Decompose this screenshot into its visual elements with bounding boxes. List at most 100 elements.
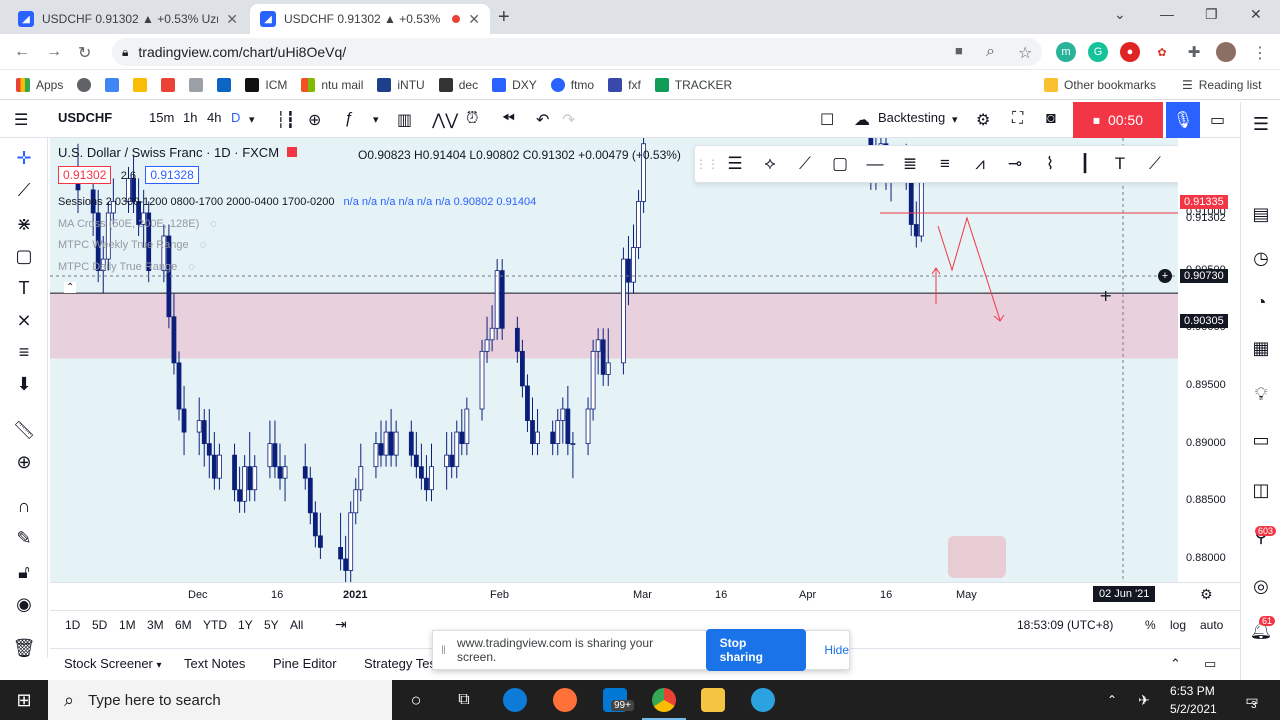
taskbar-search[interactable]: ⌕ Type here to search	[48, 680, 392, 720]
redo-icon[interactable]: ↷	[562, 110, 575, 130]
chart-pane[interactable]: + U.S. Dollar / Swiss Franc · 1D · FXCM …	[50, 138, 1178, 582]
data-window-icon[interactable]: ▤	[1249, 204, 1273, 225]
hide-drawings-icon[interactable]: ◉	[12, 594, 36, 615]
candle-type-icon[interactable]: ┆┇	[276, 110, 295, 130]
range-1m[interactable]: 1M	[119, 618, 136, 632]
bookmark-apps[interactable]: Apps	[16, 77, 63, 92]
compare-icon[interactable]: ⊕	[308, 110, 321, 130]
candle[interactable]	[413, 432, 419, 479]
close-tab-icon[interactable]: ✕	[226, 11, 238, 28]
watchlist-icon[interactable]: ☰	[1249, 114, 1273, 135]
tab-stock-screener[interactable]: Stock Screener ▾	[64, 656, 162, 671]
percent-scale-toggle[interactable]: %	[1145, 618, 1156, 632]
range-5d[interactable]: 5D	[92, 618, 107, 632]
candle[interactable]	[590, 339, 596, 421]
path-icon[interactable]: ⌇	[1038, 154, 1062, 174]
fib-retracement-icon[interactable]: ≡	[933, 154, 957, 174]
file-explorer-icon[interactable]	[701, 688, 725, 712]
line-tool-icon[interactable]: ⟋	[793, 154, 817, 174]
browser-tab-1[interactable]: ◢ USDCHF 0.91302 ▲ +0.53% Uzm ✕	[8, 4, 248, 34]
candle[interactable]	[358, 443, 364, 502]
telegram-icon[interactable]	[751, 688, 775, 712]
goto-date-icon[interactable]: ⇥	[335, 616, 347, 633]
extensions-puzzle-icon[interactable]: ✚	[1184, 42, 1204, 62]
close-tab-icon[interactable]: ✕	[468, 11, 480, 28]
tab-pine-editor[interactable]: Pine Editor	[273, 656, 337, 671]
indicators-icon[interactable]: ƒ	[344, 110, 353, 128]
extension-m-icon[interactable]: m	[1056, 42, 1076, 62]
stay-drawing-icon[interactable]: ✎	[12, 528, 36, 549]
ray-icon[interactable]: ⟋	[1143, 154, 1167, 174]
candle[interactable]	[550, 420, 556, 456]
drag-handle-icon[interactable]: ‖	[441, 643, 446, 657]
hidden-eye-icon[interactable]: ◌	[200, 239, 207, 251]
calendar-icon[interactable]	[105, 77, 120, 92]
candle[interactable]	[196, 397, 202, 456]
clock-timezone[interactable]: 18:53:09 (UTC+8)	[1017, 618, 1113, 632]
price-axis[interactable]: 0.910000.905000.900000.895000.890000.885…	[1158, 138, 1240, 582]
range-all[interactable]: All	[290, 618, 303, 632]
candle[interactable]	[459, 409, 465, 456]
pattern-tool-icon[interactable]: ⨯	[12, 310, 36, 331]
range-1y[interactable]: 1Y	[238, 618, 253, 632]
close-window-button[interactable]: ✕	[1250, 6, 1262, 23]
candle[interactable]	[565, 385, 571, 456]
candle[interactable]	[388, 409, 394, 467]
broadcast-icon[interactable]: ◎	[1249, 576, 1273, 597]
candle[interactable]	[307, 466, 313, 525]
templates-icon[interactable]: ⋀⋁	[432, 110, 458, 130]
interval-dropdown-icon[interactable]: ▾	[249, 113, 255, 126]
hamburger-menu-icon[interactable]: ☰	[14, 110, 28, 130]
undo-icon[interactable]: ↶	[536, 110, 549, 130]
horizontal-lines-icon[interactable]: ☰	[723, 154, 747, 174]
candle[interactable]	[338, 512, 344, 571]
axis-settings-gear-icon[interactable]: ⚙︎	[1200, 586, 1213, 603]
candle[interactable]	[267, 420, 273, 479]
cortana-icon[interactable]: ○	[404, 688, 428, 712]
candle[interactable]	[464, 397, 470, 456]
candle[interactable]	[636, 189, 641, 260]
candle[interactable]	[499, 259, 505, 340]
hidden-eye-icon[interactable]: ◌	[210, 218, 217, 230]
magnet-icon[interactable]: ∩	[12, 496, 36, 517]
candle[interactable]	[621, 247, 626, 375]
trash-icon[interactable]: 🗑︎	[12, 638, 36, 659]
browser-menu-icon[interactable]: ⋮	[1252, 43, 1268, 63]
bookmark-intu[interactable]: iNTU	[377, 77, 425, 92]
screen-share-icon[interactable]: ▭	[1210, 110, 1225, 130]
ma-cross-indicator-legend[interactable]: MA Cross (50E, 200E, 128E) ◌	[58, 218, 217, 230]
calendar-icon[interactable]: ▦	[1249, 338, 1273, 359]
camera-in-use-icon[interactable]: ■	[955, 43, 963, 58]
candle[interactable]	[530, 397, 535, 456]
maximize-button[interactable]: ❐	[1205, 6, 1218, 23]
backtesting-dropdown-icon[interactable]: ▾	[952, 113, 958, 126]
candle[interactable]	[242, 455, 248, 513]
text-icon[interactable]: T	[1108, 154, 1132, 174]
bookmark-star-icon[interactable]: ☆	[1018, 43, 1032, 63]
hotlists-icon[interactable]: ◔	[1249, 292, 1273, 313]
bookmark-dxy[interactable]: DXY	[492, 77, 537, 92]
extension-red-icon[interactable]: ●	[1120, 42, 1140, 62]
drive-icon[interactable]	[133, 77, 148, 92]
url-field[interactable]: 🔒︎ tradingview.com/chart/uHi8OeVq/	[112, 38, 1042, 66]
interval-15m[interactable]: 15m	[149, 110, 174, 125]
globe-icon[interactable]	[77, 77, 92, 92]
bookmark-icm[interactable]: ICM	[245, 77, 287, 92]
candle[interactable]	[555, 409, 561, 456]
candle[interactable]	[479, 339, 485, 421]
alerts-clock-icon[interactable]: ◷	[1249, 248, 1273, 269]
ask-price[interactable]: 0.91328	[145, 166, 199, 184]
tray-chevron-icon[interactable]: ⌃	[1100, 688, 1124, 712]
supply-zone-rectangle[interactable]	[50, 293, 1178, 359]
auto-scale-toggle[interactable]: auto	[1200, 618, 1223, 632]
candle[interactable]	[181, 385, 187, 456]
rectangle-icon[interactable]: ▢	[828, 154, 852, 174]
candle[interactable]	[494, 259, 500, 340]
task-view-icon[interactable]: ⧉	[452, 688, 476, 712]
interval-1d[interactable]: D	[231, 110, 240, 125]
log-scale-toggle[interactable]: log	[1170, 618, 1186, 632]
indicators-dropdown-icon[interactable]: ▾	[373, 113, 379, 126]
candle[interactable]	[353, 478, 359, 525]
candle[interactable]	[176, 351, 182, 421]
candle[interactable]	[317, 512, 323, 559]
